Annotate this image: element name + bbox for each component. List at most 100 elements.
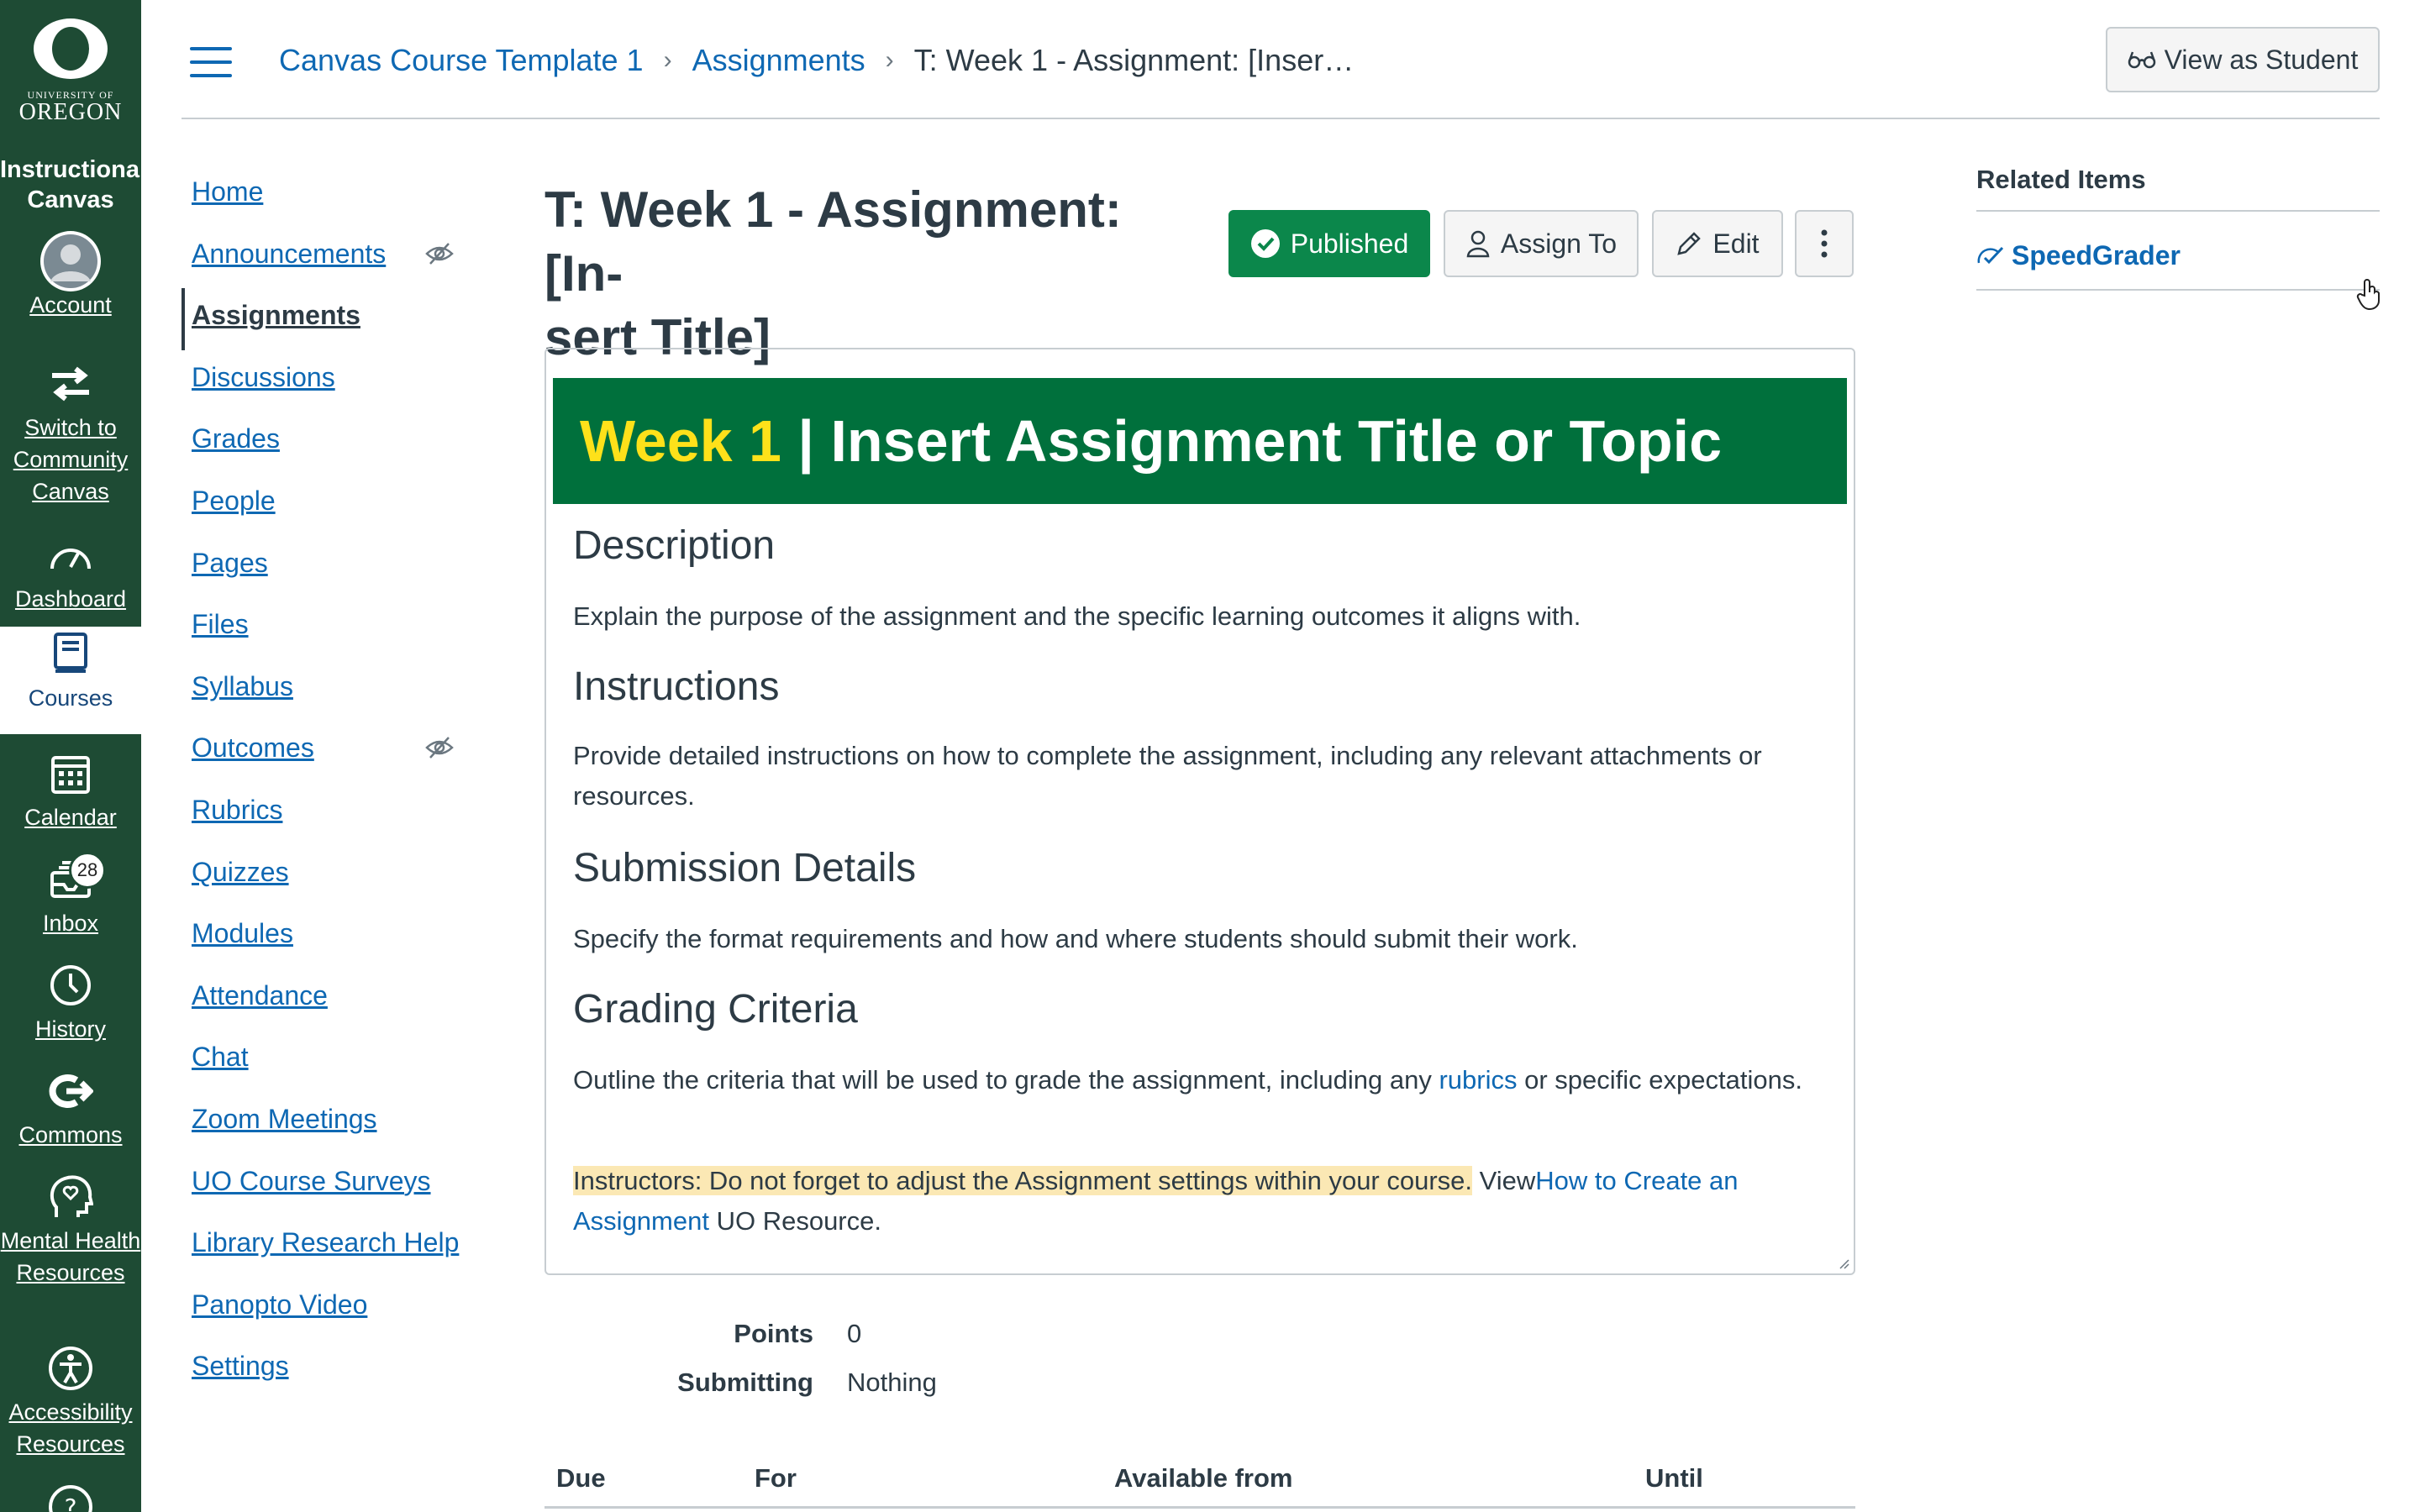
uo-logo[interactable]: UNIVERSITY OF OREGON bbox=[0, 0, 141, 143]
global-nav-history[interactable]: History bbox=[0, 958, 141, 1045]
global-nav-courses[interactable]: Courses bbox=[0, 627, 141, 734]
submission-heading: Submission Details bbox=[573, 846, 917, 890]
breadcrumb-current: T: Week 1 - Assignment: [Inser… bbox=[913, 43, 1355, 77]
submitting-label: Submitting bbox=[677, 1368, 813, 1397]
global-nav-label: Account bbox=[29, 292, 112, 318]
global-nav-label: Calendar bbox=[24, 805, 117, 830]
course-nav-link[interactable]: Home bbox=[192, 176, 263, 207]
global-nav-label: Commons bbox=[18, 1122, 123, 1147]
course-nav-link[interactable]: Discussions bbox=[192, 362, 335, 392]
course-nav-link[interactable]: Library Research Help bbox=[192, 1227, 459, 1257]
related-items-heading: Related Items bbox=[1976, 165, 2146, 194]
global-nav-label: Accessibility Resources bbox=[8, 1399, 133, 1457]
edit-button[interactable]: Edit bbox=[1652, 210, 1783, 277]
more-options-button[interactable] bbox=[1795, 210, 1854, 277]
speedgrader-link[interactable]: SpeedGrader bbox=[1976, 240, 2181, 271]
course-nav-link[interactable]: Outcomes bbox=[192, 732, 314, 763]
course-nav-syllabus[interactable]: Syllabus bbox=[182, 659, 484, 722]
submission-text: Specify the format requirements and how … bbox=[573, 924, 1578, 953]
course-nav-link[interactable]: Chat bbox=[192, 1042, 249, 1072]
week-banner: Week 1 | Insert Assignment Title or Topi… bbox=[553, 378, 1847, 504]
course-nav-zoom[interactable]: Zoom Meetings bbox=[182, 1092, 484, 1154]
course-nav-discussions[interactable]: Discussions bbox=[182, 350, 484, 412]
course-nav-people[interactable]: People bbox=[182, 474, 484, 536]
course-nav-files[interactable]: Files bbox=[182, 597, 484, 659]
course-nav-announcements[interactable]: Announcements bbox=[182, 227, 484, 289]
global-nav-switch[interactable]: Switch to Community Canvas bbox=[0, 356, 141, 507]
global-nav-mental-health[interactable]: Mental Health Resources bbox=[0, 1169, 141, 1289]
user-icon bbox=[1466, 230, 1490, 258]
global-nav-label: Courses bbox=[28, 685, 113, 711]
hidden-eye-icon bbox=[425, 242, 454, 265]
course-nav-link[interactable]: People bbox=[192, 486, 276, 516]
logo-big-text: OREGON bbox=[18, 99, 123, 125]
view-as-student-button[interactable]: View as Student bbox=[2106, 27, 2380, 92]
course-nav-link[interactable]: Zoom Meetings bbox=[192, 1104, 377, 1134]
course-nav-link[interactable]: Assignments bbox=[192, 300, 360, 330]
rubrics-link[interactable]: rubrics bbox=[1439, 1065, 1517, 1095]
breadcrumb-separator-icon: › bbox=[885, 46, 894, 74]
course-menu-toggle[interactable] bbox=[190, 47, 232, 77]
breadcrumb-assignments[interactable]: Assignments bbox=[692, 40, 865, 81]
course-nav-grades[interactable]: Grades bbox=[182, 412, 484, 474]
description-heading: Description bbox=[573, 523, 776, 568]
course-nav-assignments[interactable]: Assignments bbox=[182, 288, 484, 350]
submitting-value: Nothing bbox=[847, 1368, 937, 1397]
view-as-student-label: View as Student bbox=[2164, 44, 2359, 75]
course-nav-link[interactable]: Attendance bbox=[192, 980, 328, 1011]
resize-handle-icon[interactable] bbox=[1837, 1257, 1850, 1270]
assignment-description: Week 1 | Insert Assignment Title or Topi… bbox=[544, 348, 1855, 1275]
course-nav-rubrics[interactable]: Rubrics bbox=[182, 783, 484, 845]
course-nav-link[interactable]: Grades bbox=[192, 423, 280, 454]
help-icon[interactable]: ? bbox=[47, 1483, 94, 1512]
course-nav-attendance[interactable]: Attendance bbox=[182, 969, 484, 1031]
accessibility-icon bbox=[49, 1347, 92, 1390]
global-nav-label: Dashboard bbox=[14, 586, 127, 612]
global-nav-accessibility[interactable]: Accessibility Resources bbox=[0, 1341, 141, 1460]
note-after: UO Resource. bbox=[708, 1206, 881, 1236]
course-nav-link[interactable]: Files bbox=[192, 609, 249, 639]
global-nav-calendar[interactable]: Calendar bbox=[0, 746, 141, 833]
course-nav-link[interactable]: Panopto Video bbox=[192, 1289, 367, 1320]
course-nav-link[interactable]: Quizzes bbox=[192, 857, 289, 887]
course-nav-link[interactable]: UO Course Surveys bbox=[192, 1166, 431, 1196]
course-nav-panopto[interactable]: Panopto Video bbox=[182, 1278, 484, 1340]
course-nav-pages[interactable]: Pages bbox=[182, 536, 484, 598]
course-nav-link[interactable]: Modules bbox=[192, 918, 293, 948]
calendar-icon bbox=[51, 756, 90, 794]
course-nav-link[interactable]: Syllabus bbox=[192, 671, 293, 701]
course-nav-link[interactable]: Announcements bbox=[192, 239, 386, 269]
avatar-icon bbox=[40, 231, 101, 291]
course-nav-link[interactable]: Settings bbox=[192, 1351, 289, 1381]
edit-label: Edit bbox=[1712, 228, 1760, 259]
course-nav-modules[interactable]: Modules bbox=[182, 906, 484, 969]
course-nav-settings[interactable]: Settings bbox=[182, 1339, 484, 1401]
course-nav-uo-surveys[interactable]: UO Course Surveys bbox=[182, 1154, 484, 1216]
global-nav-dashboard[interactable]: Dashboard bbox=[0, 528, 141, 615]
course-nav: Home Announcements Assignments Discussio… bbox=[182, 165, 484, 1401]
page-title: T: Week 1 - Assignment: [In- sert Title] bbox=[544, 178, 1183, 370]
points-value: 0 bbox=[847, 1319, 862, 1348]
assign-to-button[interactable]: Assign To bbox=[1444, 210, 1639, 277]
course-nav-link[interactable]: Rubrics bbox=[192, 795, 282, 825]
inbox-unread-badge: 28 bbox=[69, 852, 106, 889]
published-label: Published bbox=[1290, 228, 1409, 259]
course-nav-outcomes[interactable]: Outcomes bbox=[182, 721, 484, 783]
grading-heading: Grading Criteria bbox=[573, 987, 858, 1032]
course-nav-home[interactable]: Home bbox=[182, 165, 484, 227]
heart-head-icon bbox=[50, 1175, 93, 1217]
course-nav-library-help[interactable]: Library Research Help bbox=[182, 1215, 484, 1278]
course-nav-chat[interactable]: Chat bbox=[182, 1030, 484, 1092]
instructions-text: Provide detailed instructions on how to … bbox=[573, 741, 1762, 811]
clock-icon bbox=[50, 965, 91, 1005]
course-nav-quizzes[interactable]: Quizzes bbox=[182, 845, 484, 907]
global-nav-commons[interactable]: Commons bbox=[0, 1063, 141, 1151]
published-button[interactable]: Published bbox=[1228, 210, 1430, 277]
course-nav-link[interactable]: Pages bbox=[192, 548, 268, 578]
speedgrader-label: SpeedGrader bbox=[2012, 240, 2181, 270]
global-nav-inbox[interactable]: 28 Inbox bbox=[0, 852, 141, 939]
instructions-heading: Instructions bbox=[573, 664, 780, 709]
courses-icon bbox=[54, 633, 87, 673]
global-nav-account[interactable]: Account bbox=[0, 231, 141, 321]
breadcrumb-course[interactable]: Canvas Course Template 1 bbox=[279, 40, 644, 81]
